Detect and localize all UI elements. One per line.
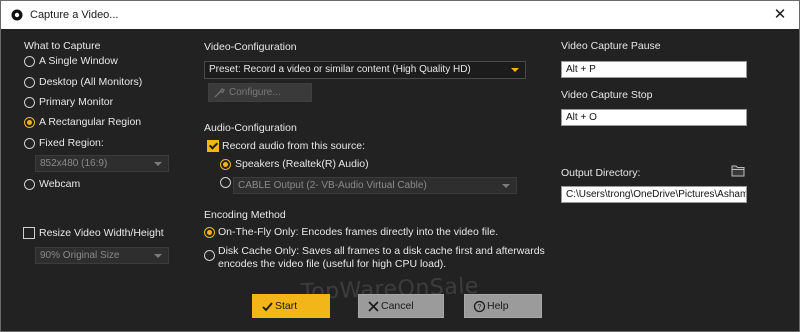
start-label: Start	[275, 300, 298, 312]
help-button[interactable]: ? Help	[464, 294, 542, 318]
radio-webcam[interactable]	[24, 179, 35, 190]
radio-speakers-label[interactable]: Speakers (Realtek(R) Audio)	[235, 158, 369, 170]
resize-value: 90% Original Size	[40, 250, 120, 261]
radio-primary-monitor-label[interactable]: Primary Monitor	[39, 96, 113, 108]
stop-hotkey-label: Video Capture Stop	[561, 89, 653, 101]
app-icon	[11, 9, 23, 21]
title-bar: Capture a Video... ✕	[1, 1, 799, 29]
preset-dropdown[interactable]: Preset: Record a video or similar conten…	[204, 61, 526, 79]
preset-value: Preset: Record a video or similar conten…	[209, 64, 471, 75]
output-directory-label: Output Directory:	[561, 167, 641, 179]
cancel-button[interactable]: Cancel	[358, 294, 444, 318]
output-directory-input[interactable]: C:\Users\trong\OneDrive\Pictures\Ashampo…	[561, 186, 747, 203]
radio-single-window-label[interactable]: A Single Window	[39, 55, 118, 67]
resize-checkbox[interactable]	[23, 227, 35, 239]
radio-primary-monitor[interactable]	[24, 97, 35, 108]
wrench-icon	[214, 88, 225, 98]
pause-hotkey-value: Alt + P	[566, 64, 596, 75]
radio-speakers[interactable]	[220, 159, 231, 170]
radio-onthefly-label[interactable]: On-The-Fly Only: Encodes frames directly…	[218, 226, 498, 238]
radio-diskcache[interactable]	[204, 250, 215, 261]
pause-hotkey-input[interactable]: Alt + P	[561, 61, 747, 78]
check-icon	[262, 302, 273, 312]
help-label: Help	[487, 300, 509, 312]
pause-hotkey-label: Video Capture Pause	[561, 40, 661, 52]
folder-icon[interactable]	[731, 164, 745, 177]
radio-webcam-label[interactable]: Webcam	[39, 178, 80, 190]
radio-desktop-label[interactable]: Desktop (All Monitors)	[39, 76, 142, 88]
radio-single-window[interactable]	[24, 56, 35, 67]
window-title: Capture a Video...	[30, 9, 119, 21]
chevron-down-icon	[154, 162, 162, 166]
chevron-down-icon	[511, 68, 519, 72]
radio-diskcache-label-line1[interactable]: Disk Cache Only: Saves all frames to a d…	[218, 245, 545, 257]
record-audio-checkbox[interactable]	[207, 140, 219, 152]
radio-fixed-region[interactable]	[24, 138, 35, 149]
x-icon	[368, 301, 379, 312]
radio-rectangular-region-label[interactable]: A Rectangular Region	[39, 116, 141, 128]
fixed-region-dropdown[interactable]: 852x480 (16:9)	[35, 155, 169, 172]
video-config-heading: Video-Configuration	[204, 41, 297, 53]
configure-button[interactable]: Configure...	[208, 83, 312, 102]
stop-hotkey-input[interactable]: Alt + O	[561, 109, 747, 126]
record-audio-label[interactable]: Record audio from this source:	[222, 140, 365, 152]
stop-hotkey-value: Alt + O	[566, 112, 597, 123]
radio-cable-output[interactable]	[220, 177, 231, 188]
what-to-capture-heading: What to Capture	[24, 40, 101, 52]
radio-diskcache-label-line2[interactable]: encodes the video file (useful for high …	[218, 258, 446, 270]
radio-onthefly[interactable]	[204, 227, 215, 238]
cancel-label: Cancel	[381, 300, 414, 312]
radio-rectangular-region[interactable]	[24, 117, 35, 128]
svg-text:?: ?	[478, 304, 482, 311]
configure-label: Configure...	[229, 87, 281, 98]
audio-config-heading: Audio-Configuration	[204, 122, 297, 134]
radio-desktop[interactable]	[24, 77, 35, 88]
close-icon[interactable]: ✕	[771, 6, 789, 24]
cable-output-dropdown[interactable]: CABLE Output (2- VB-Audio Virtual Cable)	[233, 177, 517, 194]
start-button[interactable]: Start	[252, 294, 330, 318]
cable-output-value: CABLE Output (2- VB-Audio Virtual Cable)	[238, 180, 427, 191]
chevron-down-icon	[502, 184, 510, 188]
resize-label[interactable]: Resize Video Width/Height	[39, 227, 164, 239]
capture-video-window: Capture a Video... ✕ What to Capture A S…	[0, 0, 800, 332]
help-icon: ?	[473, 300, 486, 313]
output-directory-value: C:\Users\trong\OneDrive\Pictures\Ashampo…	[566, 189, 747, 200]
resize-dropdown[interactable]: 90% Original Size	[35, 247, 169, 264]
fixed-region-value: 852x480 (16:9)	[40, 158, 108, 169]
radio-fixed-region-label[interactable]: Fixed Region:	[39, 137, 104, 149]
dialog-content: What to Capture A Single Window Desktop …	[1, 29, 799, 331]
chevron-down-icon	[154, 254, 162, 258]
encoding-heading: Encoding Method	[204, 209, 286, 221]
